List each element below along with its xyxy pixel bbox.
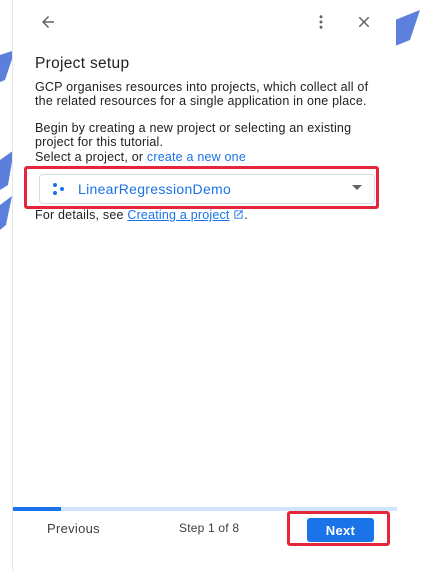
next-button[interactable]: Next	[307, 518, 374, 542]
tutorial-panel: Project setup GCP organises resources in…	[12, 0, 397, 571]
open-in-new-icon	[234, 210, 243, 219]
step-indicator: Step 1 of 8	[179, 521, 240, 535]
project-select[interactable]: LinearRegressionDemo	[39, 174, 375, 204]
close-icon[interactable]	[349, 7, 379, 37]
previous-button[interactable]: Previous	[47, 521, 100, 536]
back-icon[interactable]	[33, 7, 63, 37]
instruction-paragraph: Begin by creating a new project or selec…	[35, 121, 352, 149]
more-options-icon[interactable]	[306, 7, 336, 37]
panel-footer: Previous Step 1 of 8 Next	[13, 511, 397, 549]
chevron-down-icon	[352, 185, 362, 190]
intro-paragraph: GCP organises resources into projects, w…	[35, 80, 369, 108]
details-text: For details, see Creating a project .	[35, 208, 248, 222]
creating-project-link[interactable]: Creating a project	[127, 208, 229, 222]
select-prompt: Select a project, or create a new one	[35, 150, 375, 164]
select-prompt-text: Select a project, or	[35, 150, 147, 164]
page-title: Project setup	[35, 55, 130, 72]
details-suffix: .	[244, 208, 248, 222]
project-icon	[53, 183, 64, 195]
panel-header	[13, 0, 397, 44]
create-project-link[interactable]: create a new one	[147, 150, 246, 164]
project-select-value: LinearRegressionDemo	[78, 181, 232, 197]
details-prefix: For details, see	[35, 208, 128, 222]
